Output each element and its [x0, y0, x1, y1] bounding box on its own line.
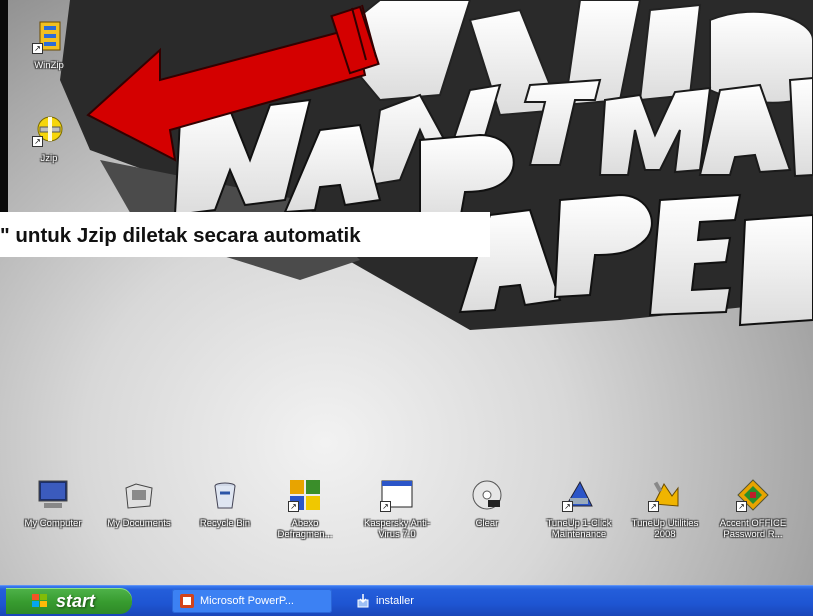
shortcut-arrow-icon: ↗ [288, 501, 299, 512]
clear-icon[interactable]: Clear [448, 478, 526, 529]
icon-label: My Documents [107, 518, 171, 529]
folder-image [125, 483, 153, 509]
winzip-icon[interactable]: ↗ WinZip [10, 20, 88, 71]
abexo-icon[interactable]: ↗ Abexo Defragmen... [266, 478, 344, 540]
taskbar-item-installer[interactable]: installer [348, 589, 508, 613]
my-documents-icon[interactable]: My Documents [100, 478, 178, 529]
shortcut-arrow-icon: ↗ [32, 136, 43, 147]
desktop: ↗ WinZip ↗ Jzip " untuk Jzip diletak sec… [0, 0, 813, 615]
bin-image [214, 482, 236, 509]
kaspersky-icon[interactable]: ↗ Kaspersky Anti-Virus 7.0 [358, 478, 436, 540]
installer-icon [357, 594, 369, 608]
taskbar: start Microsoft PowerP... installer [0, 585, 813, 616]
monitor-image [38, 480, 68, 508]
taskbar-item-powerpoint[interactable]: Microsoft PowerP... [172, 589, 332, 613]
shortcut-arrow-icon: ↗ [380, 501, 391, 512]
icon-label: Abexo Defragmen... [277, 518, 333, 540]
shortcut-arrow-icon: ↗ [32, 43, 43, 54]
powerpoint-icon [180, 594, 194, 608]
jzip-icon[interactable]: ↗ Jzip [10, 113, 88, 164]
shortcut-arrow-icon: ↗ [648, 501, 659, 512]
icon-label: WinZip [34, 60, 64, 71]
my-computer-icon[interactable]: My Computer [14, 478, 92, 529]
taskbar-item-label: Microsoft PowerP... [200, 595, 294, 607]
shortcut-arrow-icon: ↗ [736, 501, 747, 512]
windows-logo-icon [32, 594, 47, 607]
icon-label: Jzip [40, 153, 58, 164]
icon-label: My Computer [24, 518, 82, 529]
accent-office-icon[interactable]: ↗ Accent OFFICE Password R... [714, 478, 792, 540]
tuneup-1click-icon[interactable]: ↗ TuneUp 1-Click Maintenance [540, 478, 618, 540]
caption-text: " untuk Jzip diletak secara automatik [0, 224, 361, 247]
icon-label: Kaspersky Anti-Virus 7.0 [364, 518, 430, 540]
tuneup-utilities-icon[interactable]: ↗ TuneUp Utilities 2008 [626, 478, 704, 540]
icon-label: Recycle Bin [199, 518, 251, 529]
caption-strip: " untuk Jzip diletak secara automatik [0, 212, 490, 257]
icon-label: Clear [475, 518, 499, 529]
recycle-bin-icon[interactable]: Recycle Bin [186, 478, 264, 529]
start-label: start [56, 591, 96, 611]
start-button[interactable]: start [6, 588, 132, 614]
icon-label: Accent OFFICE Password R... [719, 518, 787, 540]
shortcut-arrow-icon: ↗ [562, 501, 573, 512]
icon-label: TuneUp Utilities 2008 [631, 518, 699, 540]
dvd-image [472, 480, 502, 510]
taskbar-item-label: installer [376, 595, 414, 607]
icon-label: TuneUp 1-Click Maintenance [546, 518, 612, 540]
